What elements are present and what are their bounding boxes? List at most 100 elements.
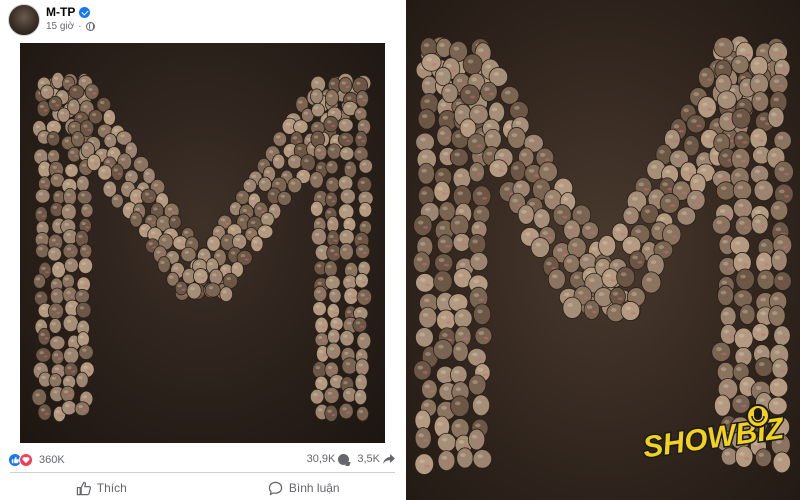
head-figure [337,175,354,191]
post-header: M-TP 15 giờ · [0,0,405,40]
head-figure [354,272,369,289]
post-image[interactable] [20,43,385,443]
letter-m-mosaic-icon [31,71,374,423]
head-figure [507,127,527,149]
head-figure [417,162,435,185]
head-figure [37,403,52,421]
head-figure [272,153,286,170]
globe-icon [85,22,95,31]
head-figure [103,133,118,149]
head-figure [598,234,617,257]
head-figure [61,203,77,221]
post-time[interactable]: 15 giờ [46,21,74,32]
head-figure [462,53,483,75]
like-button-label: Thích [96,481,127,495]
head-figure [733,197,753,219]
head-figure [753,179,774,202]
head-figure [74,289,90,304]
head-figure [157,256,171,274]
head-figure [450,395,470,417]
head-figure [356,331,372,350]
head-figure [324,404,339,422]
head-figure [713,36,734,58]
comments-count: 30,9K [306,453,336,465]
head-figure [355,90,369,108]
head-figure [609,286,626,307]
head-figure [33,273,46,289]
head-figure [343,287,359,305]
head-figure [31,388,47,406]
shares-count: 3,5K [357,453,380,465]
head-figure [436,234,454,254]
head-figure [733,327,754,350]
head-figure [484,128,502,150]
head-figure [433,180,451,203]
head-figure [733,131,751,150]
head-figure [751,323,770,342]
head-figure [472,394,491,417]
head-figure [277,190,292,206]
head-figure [472,449,493,469]
head-figure [731,55,750,75]
head-figure [698,66,715,89]
head-figure [471,185,492,208]
head-figure [616,266,636,288]
head-figure [48,373,63,388]
head-figure [339,242,354,261]
head-figure [488,159,509,178]
head-figure [641,271,662,294]
head-figure [47,302,64,320]
author-avatar[interactable] [8,4,40,36]
head-figure [719,306,737,327]
showbiz-watermark-logo: SHOWBIZ [636,400,789,470]
head-figure [37,327,51,346]
head-figure [337,117,354,133]
head-figure [354,373,368,391]
author-row: M-TP [46,5,91,19]
head-figure [622,206,640,225]
comments-count-link[interactable]: 30,9K [307,453,350,465]
head-figure [323,115,339,133]
head-figure [300,154,316,172]
shares-count-link[interactable]: 3,5K [357,453,395,465]
head-figure [452,232,471,252]
head-figure [735,268,755,291]
head-figure [749,73,769,95]
head-figure [356,176,373,194]
engagement-counts: 30,9K 3,5K [307,453,395,465]
head-figure [563,254,580,274]
head-figure [714,73,732,94]
head-figure [325,89,340,107]
head-figure [326,303,340,320]
head-figure [433,339,454,361]
head-figure [697,96,717,119]
head-figure [339,146,355,161]
head-figure [358,201,373,218]
head-figure [324,274,341,290]
head-figure [313,143,328,161]
head-figure [732,180,753,201]
head-figure [768,305,786,327]
head-figure [356,288,373,306]
head-figure [433,270,453,293]
head-figure [337,132,355,147]
share-arrow-icon [383,453,395,465]
head-figure [418,306,438,329]
like-button[interactable]: Thích [0,476,203,500]
head-figure [355,358,370,376]
head-figure [441,83,459,104]
head-figure [310,88,324,105]
head-figure [323,386,340,404]
head-figure [353,388,368,406]
head-figure [168,214,182,230]
head-figure [62,314,79,333]
comment-button[interactable]: Bình luận [203,476,406,500]
head-figure [35,347,52,363]
head-figure [49,287,65,305]
head-figure [309,171,324,189]
reactions-summary[interactable]: 360K [8,453,65,467]
head-figure [731,108,752,129]
author-name[interactable]: M-TP [46,5,75,19]
head-figure [61,400,77,416]
head-figure [467,428,486,451]
